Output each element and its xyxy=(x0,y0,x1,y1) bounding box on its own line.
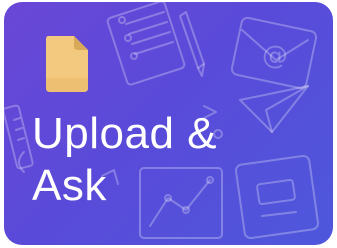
svg-text:@: @ xyxy=(262,41,288,71)
document-icon xyxy=(46,36,88,92)
card-title-line-1: Upload & xyxy=(32,109,218,158)
journal-doodle xyxy=(234,154,320,240)
envelope-doodle: @ xyxy=(230,16,318,90)
paper-plane-doodle xyxy=(239,85,309,133)
card-title-line-2: Ask xyxy=(32,161,107,210)
card-title: Upload & Ask xyxy=(32,108,217,212)
upload-and-ask-card[interactable]: @ Upload & Ask xyxy=(4,2,333,245)
notebook-doodle xyxy=(106,2,186,86)
